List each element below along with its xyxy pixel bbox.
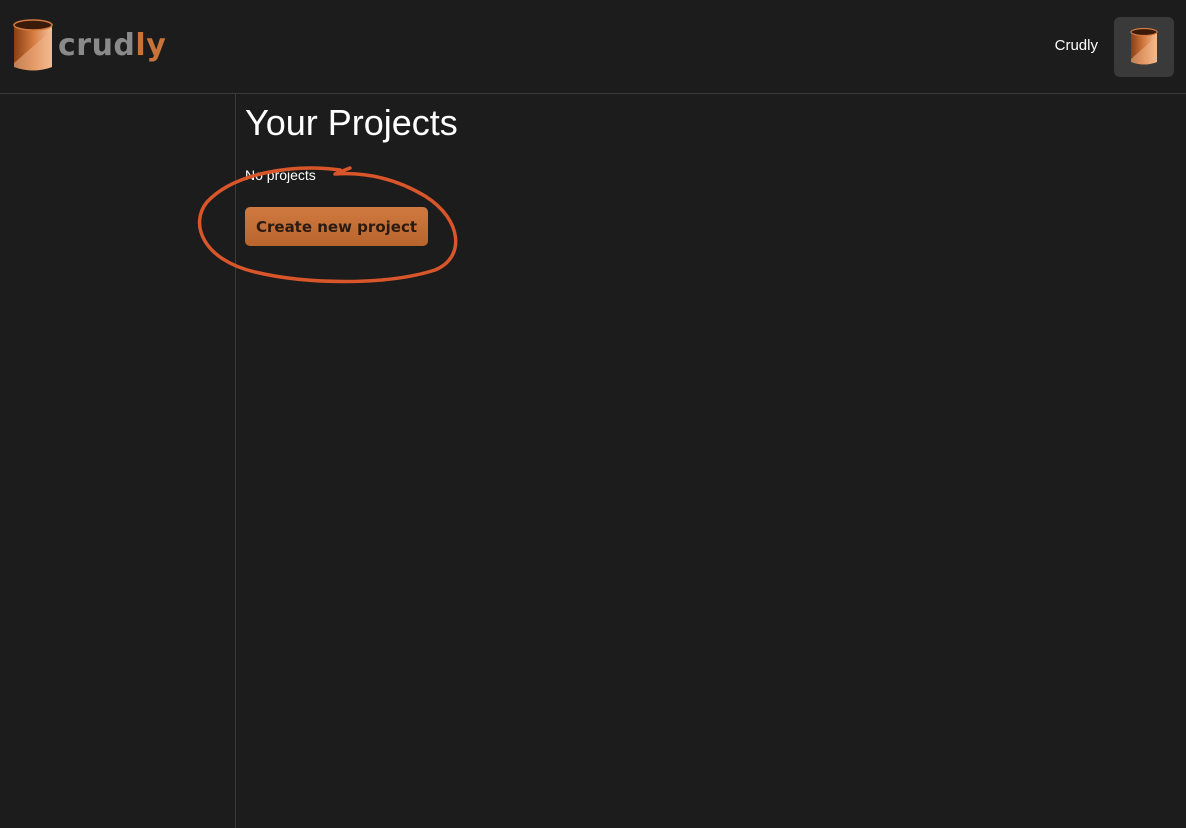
create-new-project-button[interactable]: Create new project xyxy=(245,207,428,246)
cylinder-logo-icon xyxy=(13,19,53,71)
top-header: crudly Crudly xyxy=(0,0,1186,94)
brand-wordmark: crudly xyxy=(58,18,166,74)
cylinder-avatar-icon xyxy=(1130,27,1158,65)
empty-projects-message: No projects xyxy=(245,167,316,183)
sidebar xyxy=(0,94,236,828)
main-content: Your Projects No projects Create new pro… xyxy=(245,94,1186,828)
app-window: crudly Crudly Your Projects No projects … xyxy=(0,0,1186,828)
brand-wordmark-part-b: ly xyxy=(135,28,167,63)
brand-logo[interactable]: crudly xyxy=(12,18,166,74)
brand-wordmark-part-a: crud xyxy=(58,28,136,63)
user-name: Crudly xyxy=(1054,37,1098,54)
user-avatar-button[interactable] xyxy=(1114,17,1174,77)
page-title: Your Projects xyxy=(245,102,458,143)
